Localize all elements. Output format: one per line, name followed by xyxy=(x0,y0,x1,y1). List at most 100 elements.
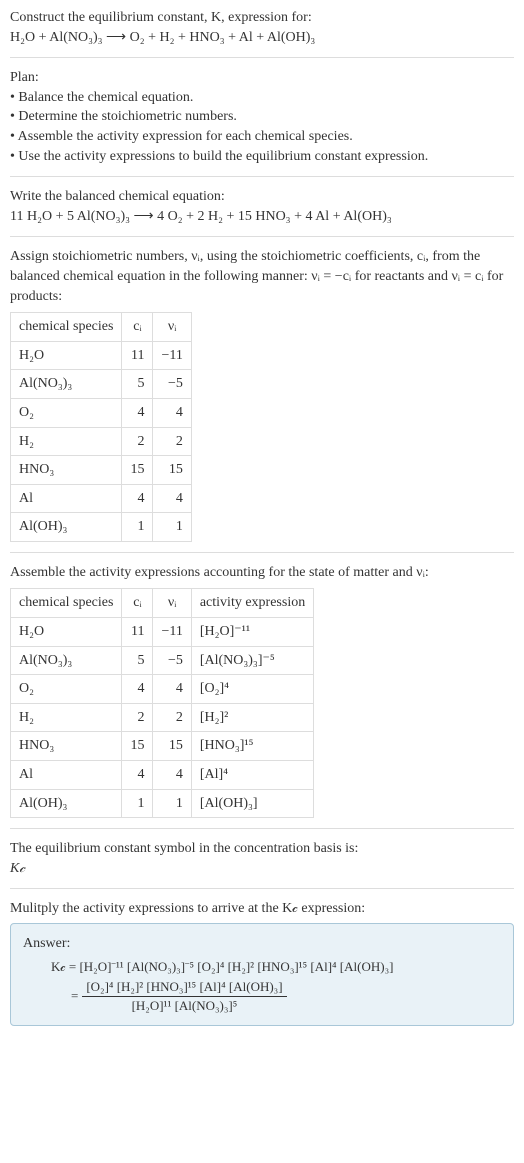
table-row: Al(OH)₃11[Al(OH)₃] xyxy=(11,789,314,818)
activity-block: Assemble the activity expressions accoun… xyxy=(10,563,514,818)
activity-text: Assemble the activity expressions accoun… xyxy=(10,563,514,583)
cell-vi: 1 xyxy=(153,513,191,542)
col-species: chemical species xyxy=(11,589,122,618)
cell-ci: 4 xyxy=(122,484,153,513)
fraction: [O₂]⁴ [H₂]² [HNO₃]¹⁵ [Al]⁴ [Al(OH)₃] [H₂… xyxy=(82,978,286,1015)
cell-vi: −11 xyxy=(153,618,191,647)
cell-ci: 1 xyxy=(122,789,153,818)
plan-heading: Plan: xyxy=(10,68,514,88)
symbol-line1: The equilibrium constant symbol in the c… xyxy=(10,839,514,859)
cell-vi: −5 xyxy=(153,370,191,399)
activity-table: chemical species cᵢ νᵢ activity expressi… xyxy=(10,588,314,818)
cell-ci: 15 xyxy=(122,456,153,485)
divider xyxy=(10,828,514,829)
cell-vi: −5 xyxy=(153,646,191,675)
intro-line1: Construct the equilibrium constant, K, e… xyxy=(10,8,514,28)
answer-frac-eq: = xyxy=(71,987,78,1005)
divider xyxy=(10,236,514,237)
cell-activity: [H₂]² xyxy=(191,703,313,732)
table-row: H₂O11−11[H₂O]⁻¹¹ xyxy=(11,618,314,647)
cell-vi: 2 xyxy=(153,703,191,732)
table-row: Al44[Al]⁴ xyxy=(11,761,314,790)
cell-vi: 15 xyxy=(153,456,191,485)
plan-item: • Balance the chemical equation. xyxy=(10,88,514,108)
cell-activity: [Al]⁴ xyxy=(191,761,313,790)
symbol-block: The equilibrium constant symbol in the c… xyxy=(10,839,514,878)
cell-species: H₂ xyxy=(11,703,122,732)
divider xyxy=(10,57,514,58)
intro-block: Construct the equilibrium constant, K, e… xyxy=(10,8,514,47)
cell-ci: 15 xyxy=(122,732,153,761)
divider xyxy=(10,552,514,553)
cell-species: H₂ xyxy=(11,427,122,456)
fraction-numerator: [O₂]⁴ [H₂]² [HNO₃]¹⁵ [Al]⁴ [Al(OH)₃] xyxy=(82,978,286,997)
cell-ci: 4 xyxy=(122,675,153,704)
cell-activity: [H₂O]⁻¹¹ xyxy=(191,618,313,647)
cell-ci: 4 xyxy=(122,761,153,790)
cell-vi: 15 xyxy=(153,732,191,761)
multiply-text: Mulitply the activity expressions to arr… xyxy=(10,899,514,919)
page-root: Construct the equilibrium constant, K, e… xyxy=(0,0,524,1034)
cell-species: HNO₃ xyxy=(11,456,122,485)
table-row: HNO₃1515[HNO₃]¹⁵ xyxy=(11,732,314,761)
cell-species: Al(NO₃)₃ xyxy=(11,370,122,399)
cell-vi: 4 xyxy=(153,761,191,790)
cell-ci: 4 xyxy=(122,398,153,427)
answer-label: Answer: xyxy=(23,934,501,954)
col-ci: cᵢ xyxy=(122,313,153,342)
col-ci: cᵢ xyxy=(122,589,153,618)
col-species: chemical species xyxy=(11,313,122,342)
balanced-block: Write the balanced chemical equation: 11… xyxy=(10,187,514,226)
cell-activity: [O₂]⁴ xyxy=(191,675,313,704)
col-activity: activity expression xyxy=(191,589,313,618)
cell-vi: −11 xyxy=(153,341,191,370)
table-header-row: chemical species cᵢ νᵢ xyxy=(11,313,192,342)
col-vi: νᵢ xyxy=(153,589,191,618)
multiply-block: Mulitply the activity expressions to arr… xyxy=(10,899,514,919)
cell-vi: 1 xyxy=(153,789,191,818)
table-row: Al44 xyxy=(11,484,192,513)
table-row: Al(NO₃)₃5−5[Al(NO₃)₃]⁻⁵ xyxy=(11,646,314,675)
answer-box: Answer: K𝒸 = [H₂O]⁻¹¹ [Al(NO₃)₃]⁻⁵ [O₂]⁴… xyxy=(10,923,514,1026)
cell-species: Al(OH)₃ xyxy=(11,513,122,542)
stoich-block: Assign stoichiometric numbers, νᵢ, using… xyxy=(10,247,514,542)
table-row: O₂44 xyxy=(11,398,192,427)
plan-item: • Determine the stoichiometric numbers. xyxy=(10,107,514,127)
cell-ci: 2 xyxy=(122,427,153,456)
table-row: Al(OH)₃11 xyxy=(11,513,192,542)
table-header-row: chemical species cᵢ νᵢ activity expressi… xyxy=(11,589,314,618)
cell-vi: 4 xyxy=(153,675,191,704)
cell-species: Al xyxy=(11,484,122,513)
plan-item: • Use the activity expressions to build … xyxy=(10,147,514,167)
table-row: H₂22 xyxy=(11,427,192,456)
cell-activity: [Al(OH)₃] xyxy=(191,789,313,818)
table-row: O₂44[O₂]⁴ xyxy=(11,675,314,704)
cell-species: Al xyxy=(11,761,122,790)
cell-species: H₂O xyxy=(11,341,122,370)
stoich-table: chemical species cᵢ νᵢ H₂O11−11 Al(NO₃)₃… xyxy=(10,312,192,542)
answer-kc-inline: K𝒸 = [H₂O]⁻¹¹ [Al(NO₃)₃]⁻⁵ [O₂]⁴ [H₂]² [… xyxy=(51,958,501,976)
answer-kc-fraction: = [O₂]⁴ [H₂]² [HNO₃]¹⁵ [Al]⁴ [Al(OH)₃] [… xyxy=(71,978,501,1015)
col-vi: νᵢ xyxy=(153,313,191,342)
table-row: HNO₃1515 xyxy=(11,456,192,485)
cell-ci: 11 xyxy=(122,341,153,370)
cell-ci: 1 xyxy=(122,513,153,542)
cell-species: Al(OH)₃ xyxy=(11,789,122,818)
divider xyxy=(10,176,514,177)
table-row: Al(NO₃)₃5−5 xyxy=(11,370,192,399)
fraction-denominator: [H₂O]¹¹ [Al(NO₃)₃]⁵ xyxy=(82,997,286,1015)
cell-species: O₂ xyxy=(11,675,122,704)
cell-ci: 5 xyxy=(122,370,153,399)
stoich-text: Assign stoichiometric numbers, νᵢ, using… xyxy=(10,247,514,306)
plan-block: Plan: • Balance the chemical equation. •… xyxy=(10,68,514,166)
cell-vi: 2 xyxy=(153,427,191,456)
table-row: H₂O11−11 xyxy=(11,341,192,370)
intro-equation: H₂O + Al(NO₃)₃ ⟶ O₂ + H₂ + HNO₃ + Al + A… xyxy=(10,28,514,48)
cell-ci: 2 xyxy=(122,703,153,732)
cell-activity: [Al(NO₃)₃]⁻⁵ xyxy=(191,646,313,675)
symbol-line2: K𝒸 xyxy=(10,859,514,879)
cell-species: H₂O xyxy=(11,618,122,647)
cell-activity: [HNO₃]¹⁵ xyxy=(191,732,313,761)
balanced-equation: 11 H₂O + 5 Al(NO₃)₃ ⟶ 4 O₂ + 2 H₂ + 15 H… xyxy=(10,207,514,227)
cell-species: HNO₃ xyxy=(11,732,122,761)
